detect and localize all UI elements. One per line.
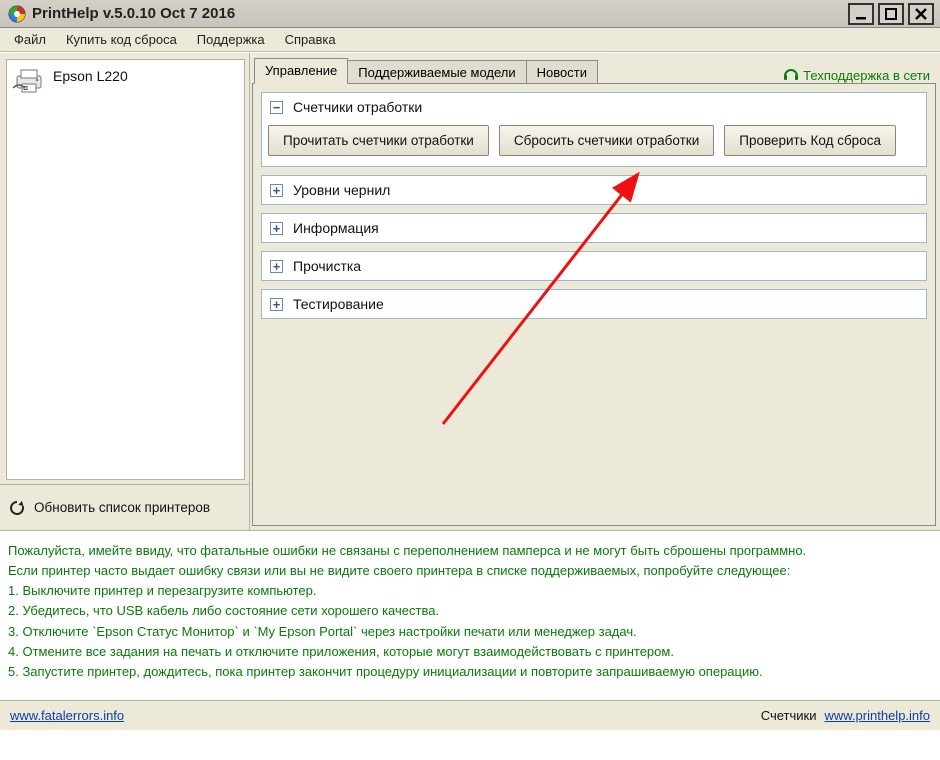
tab-models[interactable]: Поддерживаемые модели — [347, 60, 526, 85]
section-info-header[interactable]: Информация — [262, 214, 926, 242]
section-info: Информация — [261, 213, 927, 243]
titlebar: PrintHelp v.5.0.10 Oct 7 2016 — [0, 0, 940, 28]
collapse-icon — [270, 101, 283, 114]
expand-icon — [270, 260, 283, 273]
printer-icon — [13, 66, 47, 94]
support-online-link[interactable]: Техподдержка в сети — [783, 67, 936, 83]
expand-icon — [270, 298, 283, 311]
section-clean: Прочистка — [261, 251, 927, 281]
refresh-printers-button[interactable]: Обновить список принтеров — [0, 484, 249, 530]
section-clean-title: Прочистка — [293, 258, 361, 274]
expand-icon — [270, 184, 283, 197]
log-panel: Пожалуйста, имейте ввиду, что фатальные … — [0, 530, 940, 700]
section-test: Тестирование — [261, 289, 927, 319]
log-line: Если принтер часто выдает ошибку связи и… — [8, 561, 932, 581]
section-counters-header[interactable]: Счетчики отработки — [262, 93, 926, 121]
log-line: 5. Запустите принтер, дождитесь, пока пр… — [8, 662, 932, 682]
section-clean-header[interactable]: Прочистка — [262, 252, 926, 280]
footer-counters-label: Счетчики — [761, 708, 817, 723]
section-info-title: Информация — [293, 220, 379, 236]
refresh-label: Обновить список принтеров — [34, 500, 210, 515]
menubar: Файл Купить код сброса Поддержка Справка — [0, 28, 940, 52]
section-ink-header[interactable]: Уровни чернил — [262, 176, 926, 204]
section-ink-title: Уровни чернил — [293, 182, 390, 198]
footer-link-fatalerrors[interactable]: www.fatalerrors.info — [10, 708, 124, 723]
close-button[interactable] — [908, 3, 934, 25]
app-icon — [8, 5, 26, 23]
tab-panel: Счетчики отработки Прочитать счетчики от… — [252, 83, 936, 526]
tab-news[interactable]: Новости — [526, 60, 598, 85]
menu-file[interactable]: Файл — [4, 29, 56, 50]
section-counters: Счетчики отработки Прочитать счетчики от… — [261, 92, 927, 167]
support-online-label: Техподдержка в сети — [803, 68, 930, 83]
log-line: 3. Отключите `Epson Статус Монитор` и `M… — [8, 622, 932, 642]
headset-icon — [783, 67, 799, 83]
footer-link-printhelp[interactable]: www.printhelp.info — [825, 708, 931, 723]
section-test-title: Тестирование — [293, 296, 384, 312]
tab-control[interactable]: Управление — [254, 58, 348, 84]
sidebar: Epson L220 Обновить список принтеров — [0, 53, 250, 530]
menu-buy-code[interactable]: Купить код сброса — [56, 29, 187, 50]
log-line: 2. Убедитесь, что USB кабель либо состоя… — [8, 601, 932, 621]
content-area: Управление Поддерживаемые модели Новости… — [250, 53, 940, 530]
minimize-button[interactable] — [848, 3, 874, 25]
status-bar: www.fatalerrors.info Счетчики www.printh… — [0, 700, 940, 730]
log-line: 1. Выключите принтер и перезагрузите ком… — [8, 581, 932, 601]
printer-list[interactable]: Epson L220 — [6, 59, 245, 480]
main-area: Epson L220 Обновить список принтеров Упр… — [0, 52, 940, 530]
section-ink: Уровни чернил — [261, 175, 927, 205]
read-counters-button[interactable]: Прочитать счетчики отработки — [268, 125, 489, 156]
section-counters-title: Счетчики отработки — [293, 99, 422, 115]
log-line: Пожалуйста, имейте ввиду, что фатальные … — [8, 541, 932, 561]
section-test-header[interactable]: Тестирование — [262, 290, 926, 318]
tab-row: Управление Поддерживаемые модели Новости… — [252, 57, 936, 83]
menu-support[interactable]: Поддержка — [187, 29, 275, 50]
refresh-icon — [8, 499, 26, 517]
printer-name: Epson L220 — [53, 66, 128, 84]
log-line: 4. Отмените все задания на печать и откл… — [8, 642, 932, 662]
expand-icon — [270, 222, 283, 235]
check-code-button[interactable]: Проверить Код сброса — [724, 125, 896, 156]
menu-help[interactable]: Справка — [275, 29, 346, 50]
reset-counters-button[interactable]: Сбросить счетчики отработки — [499, 125, 714, 156]
maximize-button[interactable] — [878, 3, 904, 25]
window-title: PrintHelp v.5.0.10 Oct 7 2016 — [32, 5, 848, 22]
section-counters-body: Прочитать счетчики отработки Сбросить сч… — [262, 121, 926, 166]
window-buttons — [848, 3, 934, 25]
